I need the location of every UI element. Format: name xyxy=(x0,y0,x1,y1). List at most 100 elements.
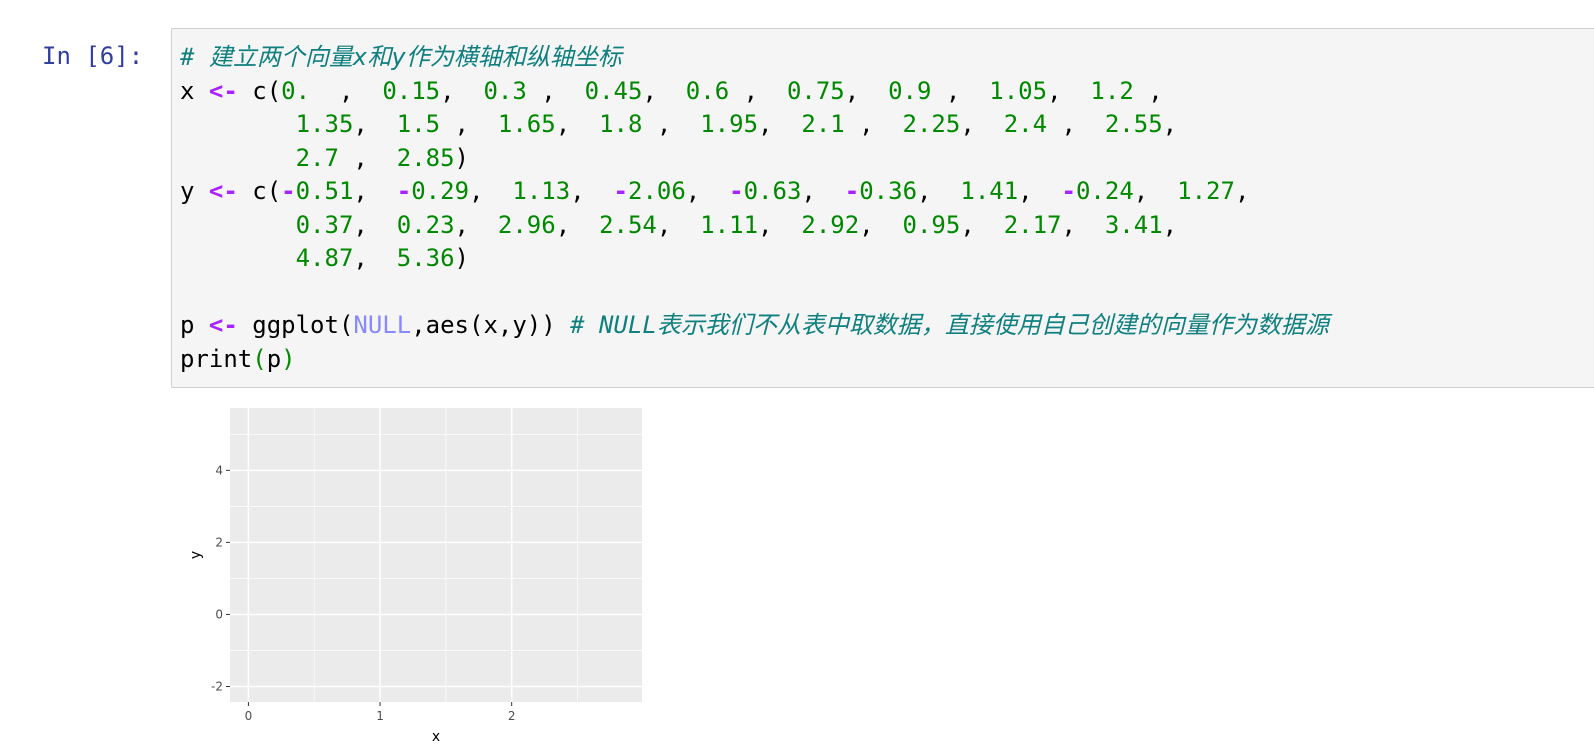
y-tick-label: 0 xyxy=(215,607,223,621)
code-text: , xyxy=(541,76,585,105)
code-text: , xyxy=(1162,110,1178,138)
code-number: 2.55 xyxy=(1104,110,1163,138)
x-axis-title: x xyxy=(432,729,440,745)
code-number: 0.51 xyxy=(295,177,354,205)
y-tick-label: -2 xyxy=(211,680,223,694)
code-text: ) xyxy=(454,143,469,172)
code-operator: - xyxy=(613,177,628,205)
code-comment: # NULL表示我们不从表中取数据，直接使用自己创建的向量作为数据源 xyxy=(570,311,1329,339)
code-variable: p xyxy=(266,344,282,373)
code-number: 2.54 xyxy=(599,210,657,239)
code-number: 2.4 xyxy=(1003,110,1062,138)
code-number: 2.92 xyxy=(801,210,860,239)
code-text: , xyxy=(656,110,701,138)
code-number: 2.1 xyxy=(801,110,860,138)
code-paren: ( xyxy=(252,344,267,373)
code-variable: p xyxy=(180,311,209,339)
code-number: 3.41 xyxy=(1104,210,1163,239)
code-text: , xyxy=(469,177,513,205)
code-number: 1.35 xyxy=(295,110,354,138)
code-text: , xyxy=(960,110,1004,138)
code-text: , xyxy=(353,244,397,272)
code-text: , xyxy=(960,210,1004,239)
code-text: , xyxy=(353,210,397,239)
code-text: , xyxy=(859,110,903,138)
code-number: 0.15 xyxy=(382,76,441,105)
code-operator: - xyxy=(1061,177,1076,205)
code-text: , xyxy=(1061,110,1105,138)
code-number: 2.96 xyxy=(497,210,556,239)
code-number: 0.36 xyxy=(859,177,918,205)
code-number: 0.95 xyxy=(902,210,961,239)
code-paren: ) xyxy=(281,344,296,373)
code-number: 0.37 xyxy=(295,210,354,239)
y-axis-title: y xyxy=(188,551,204,559)
code-text: c( xyxy=(237,177,282,205)
code-number: 1.65 xyxy=(497,110,556,138)
code-text: , xyxy=(656,210,701,239)
code-text: , xyxy=(758,110,802,138)
code-line-print: print(p) xyxy=(180,343,1329,377)
y-tick-label: 4 xyxy=(215,463,223,477)
code-number: 1.2 xyxy=(1090,76,1149,105)
code-operator: - xyxy=(281,177,296,205)
code-operator: <- xyxy=(208,177,238,205)
code-number: 1.05 xyxy=(989,76,1048,105)
code-text: , xyxy=(454,110,498,138)
code-text: , xyxy=(1061,210,1105,239)
x-tick-label: 1 xyxy=(376,709,384,723)
code-number: 0. xyxy=(281,76,339,105)
cell-output: 0 1 2 -2 0 2 4 x y xyxy=(180,400,650,749)
code-line-y3: 4.87, 5.36) xyxy=(180,242,1329,276)
code-number: 0.23 xyxy=(396,210,455,239)
code-function: print xyxy=(180,344,253,373)
code-operator: - xyxy=(729,177,744,205)
code-number: 0.6 xyxy=(685,76,744,105)
code-text: , xyxy=(1148,76,1163,105)
code-text: , xyxy=(945,76,990,105)
code-comment: # 建立两个向量x和y作为横轴和纵轴坐标 xyxy=(180,43,622,71)
code-text: , xyxy=(338,76,383,105)
plot-panel xyxy=(230,408,642,702)
code-text: , xyxy=(353,143,397,172)
code-text: c( xyxy=(237,76,282,105)
code-number: 0.29 xyxy=(411,177,470,205)
code-operator: <- xyxy=(208,76,238,105)
code-number: 1.27 xyxy=(1177,177,1235,205)
code-number: 0.9 xyxy=(888,76,946,105)
code-text: , xyxy=(555,110,600,138)
code-text: , xyxy=(1162,210,1178,239)
code-number: 1.95 xyxy=(700,110,759,138)
code-operator: <- xyxy=(208,311,238,339)
code-number: 1.5 xyxy=(396,110,455,138)
code-text: , xyxy=(917,177,961,205)
code-operator: - xyxy=(844,177,860,205)
code-cell-input[interactable]: # 建立两个向量x和y作为横轴和纵轴坐标 x <- c(0. , 0.15, 0.… xyxy=(171,28,1594,388)
code-number: 0.75 xyxy=(786,76,845,105)
code-number: 1.41 xyxy=(960,177,1019,205)
code-text: , xyxy=(454,210,498,239)
code-number: 0.3 xyxy=(483,76,542,105)
y-tick-label: 2 xyxy=(215,535,223,549)
code-number: 4.87 xyxy=(295,244,354,272)
code-line-ggplot: p <- ggplot(NULL,aes(x,y)) # NULL表示我们不从表… xyxy=(180,309,1329,343)
x-tick-label: 0 xyxy=(245,709,253,723)
cell-prompt: In [6]: xyxy=(42,42,144,70)
code-variable: x xyxy=(180,76,209,105)
code-text: ggplot( xyxy=(237,311,354,339)
code-number: 2.7 xyxy=(295,143,354,172)
code-text: , xyxy=(570,177,614,205)
code-number: 2.17 xyxy=(1003,210,1062,239)
code-operator: - xyxy=(396,177,412,205)
code-text: ,aes(x,y)) xyxy=(411,311,571,339)
code-keyword: NULL xyxy=(353,311,412,339)
code-number: 1.13 xyxy=(512,177,571,205)
code-line-x1: x <- c(0. , 0.15, 0.3 , 0.45, 0.6 , 0.75… xyxy=(180,75,1329,109)
code-line-comment: # 建立两个向量x和y作为横轴和纵轴坐标 xyxy=(180,41,1329,75)
code-text: , xyxy=(801,177,845,205)
code-editor[interactable]: # 建立两个向量x和y作为横轴和纵轴坐标 x <- c(0. , 0.15, 0.… xyxy=(180,41,1329,376)
code-line-x3: 2.7 , 2.85) xyxy=(180,142,1329,176)
code-text: , xyxy=(440,76,484,105)
